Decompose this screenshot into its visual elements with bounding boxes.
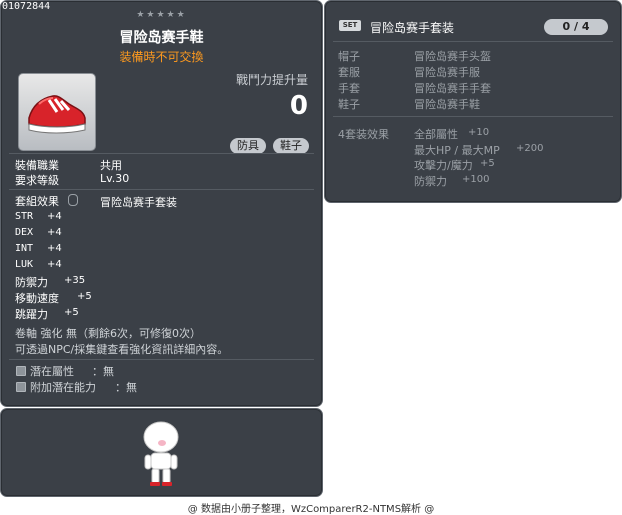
divider <box>333 41 613 42</box>
trade-restriction: 装備時不可交換 <box>119 50 204 64</box>
avatar-preview-panel <box>0 408 323 497</box>
subcategory-tag: 鞋子 <box>273 138 309 154</box>
set-part-slot: 手套 <box>338 82 360 95</box>
set-effect-value[interactable]: 冒险岛赛手套装 <box>100 194 177 210</box>
upgrade-hint: 可透過NPC/採集鍵查看強化資訊詳細內容。 <box>15 343 229 356</box>
stat-value: +35 <box>64 275 86 286</box>
set-part-slot: 鞋子 <box>338 98 360 111</box>
set-effect-name: 攻擊力/魔力 <box>414 159 473 172</box>
stat-name: 跳躍力 <box>15 308 48 321</box>
set-effect-value: +10 <box>468 127 490 138</box>
power-gain-value: 0 <box>289 91 308 121</box>
stat-value: +4 <box>47 211 62 222</box>
potential-value: 無 <box>103 365 114 378</box>
set-tooltip-panel: SET 冒险岛赛手套装 0 / 4 帽子 冒险岛赛手头盔 套服 冒险岛赛手服 手… <box>324 0 622 203</box>
upgrade-info: 卷軸 強化 無（剩餘6次，可修復0次） <box>15 327 201 340</box>
additional-potential-sep: ： <box>115 381 126 394</box>
set-part-name: 冒险岛赛手手套 <box>414 82 491 95</box>
stat-name: 移動速度 <box>15 292 59 305</box>
stat-name: STR <box>15 211 34 222</box>
star-rating: ★★★★★ <box>136 10 187 20</box>
footer-credit: @ 数据由小册子整理，WzComparerR2-NTMS解析 @ <box>187 504 435 515</box>
set-effect-value: +5 <box>480 158 495 169</box>
job-label: 裝備職業 <box>15 159 59 172</box>
divider <box>9 189 314 190</box>
divider <box>9 359 314 360</box>
stat-name: LUK <box>15 259 34 270</box>
stat-value: +5 <box>77 291 92 302</box>
divider <box>9 153 314 154</box>
item-icon-frame <box>18 73 96 151</box>
stat-value: +4 <box>47 227 62 238</box>
potential-icon <box>16 366 26 376</box>
stat-value: +4 <box>47 259 62 270</box>
set-part-slot: 帽子 <box>338 50 360 63</box>
job-value: 共用 <box>100 159 122 172</box>
stat-value: +5 <box>64 307 79 318</box>
divider <box>333 116 613 117</box>
set-title: 冒险岛赛手套装 <box>370 21 455 35</box>
category-tag: 防具 <box>230 138 266 154</box>
set-part-name: 冒险岛赛手鞋 <box>414 98 480 111</box>
set-badge: SET <box>339 20 361 31</box>
set-effect-value: +200 <box>516 143 544 154</box>
set-effect-name: 最大HP / 最大MP <box>414 144 500 157</box>
set-effect-label: 套組效果 <box>15 195 59 208</box>
set-part-name: 冒险岛赛手服 <box>414 66 480 79</box>
set-part-slot: 套服 <box>338 66 360 79</box>
set-effect-name: 全部屬性 <box>414 128 458 141</box>
additional-potential-icon <box>16 382 26 392</box>
level-label: 要求等級 <box>15 174 59 187</box>
stat-name: INT <box>15 243 34 254</box>
red-sneaker-icon <box>28 95 86 134</box>
stat-name: 防禦力 <box>15 276 48 289</box>
potential-label: 潛在屬性 <box>30 365 74 378</box>
additional-potential-value: 無 <box>126 381 137 394</box>
set-part-name: 冒险岛赛手头盔 <box>414 50 491 63</box>
level-value: Lv.30 <box>100 172 130 185</box>
set-effect-value: +100 <box>462 174 490 185</box>
stat-name: DEX <box>15 227 34 238</box>
avatar-icon <box>143 421 179 486</box>
additional-potential-label: 附加潛在能力 <box>30 381 96 394</box>
set-effect-name: 防禦力 <box>414 175 447 188</box>
set-effect-count-label: 4套装效果 <box>338 128 389 141</box>
set-count-badge: 0 / 4 <box>544 19 608 35</box>
item-name: 冒险岛赛手鞋 <box>119 30 204 46</box>
potential-sep: ： <box>92 365 103 378</box>
power-gain-label: 戰鬥力提升量 <box>235 73 308 87</box>
mouse-icon <box>68 194 78 206</box>
stat-value: +4 <box>47 243 62 254</box>
item-tooltip-panel: 01072844 ★★★★★ 冒险岛赛手鞋 装備時不可交換 戰鬥力提升量 0 防… <box>0 0 323 407</box>
